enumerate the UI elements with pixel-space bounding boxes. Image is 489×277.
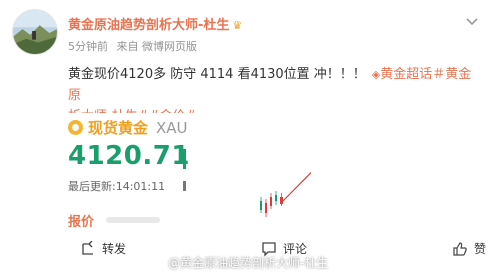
weibo-logo-icon	[150, 258, 163, 269]
like-button[interactable]: 赞	[452, 240, 486, 257]
card-title-text: 现货黄金	[88, 119, 149, 137]
card-title: 现货黄金 XAU	[68, 117, 188, 138]
gold-price: 4120.71	[68, 141, 190, 171]
topic-tag-gold-super[interactable]: 黄金超话	[380, 67, 432, 82]
username-text[interactable]: 黄金原油趋势剖析大师-杜生	[68, 18, 229, 33]
gold-coin-icon	[68, 120, 83, 135]
post-source: 来自 微博网页版	[116, 40, 198, 53]
blurred-text	[106, 217, 160, 223]
updated-label: 最后更新:	[68, 180, 116, 193]
username[interactable]: 黄金原油趋势剖析大师-杜生 ♛	[68, 14, 242, 33]
candlestick-chart	[260, 171, 311, 217]
card-symbol: XAU	[156, 118, 188, 137]
post-text: 黄金现价4120多 防守 4114 看4130位置 冲！！！	[68, 67, 366, 82]
chevron-down-icon[interactable]	[465, 17, 479, 27]
weibo-watermark: @黄金原油趋势剖析大师-杜生	[150, 254, 328, 271]
repost-icon	[82, 240, 93, 255]
trend-arrow-line	[282, 171, 311, 202]
quote-image-card[interactable]: 现货黄金 XAU 4120.71 最后更新:14:01:11 报价	[68, 113, 313, 235]
thumbs-up-icon	[453, 241, 467, 256]
repost-label: 转发	[102, 242, 127, 256]
post-meta: 5分钟前 来自 微博网页版	[68, 38, 202, 54]
report-label: 报价	[68, 215, 95, 230]
avatar[interactable]	[12, 9, 58, 55]
like-label: 赞	[474, 242, 487, 256]
watermark-text: @黄金原油趋势剖析大师-杜生	[168, 256, 329, 270]
last-updated: 最后更新:14:01:11	[68, 178, 165, 194]
crown-icon: ♛	[232, 19, 243, 32]
super-topic-icon: ◈	[371, 68, 381, 81]
updated-time: 14:01:11	[115, 180, 166, 193]
repost-button[interactable]: 转发	[80, 240, 126, 257]
post-time[interactable]: 5分钟前	[68, 40, 108, 53]
